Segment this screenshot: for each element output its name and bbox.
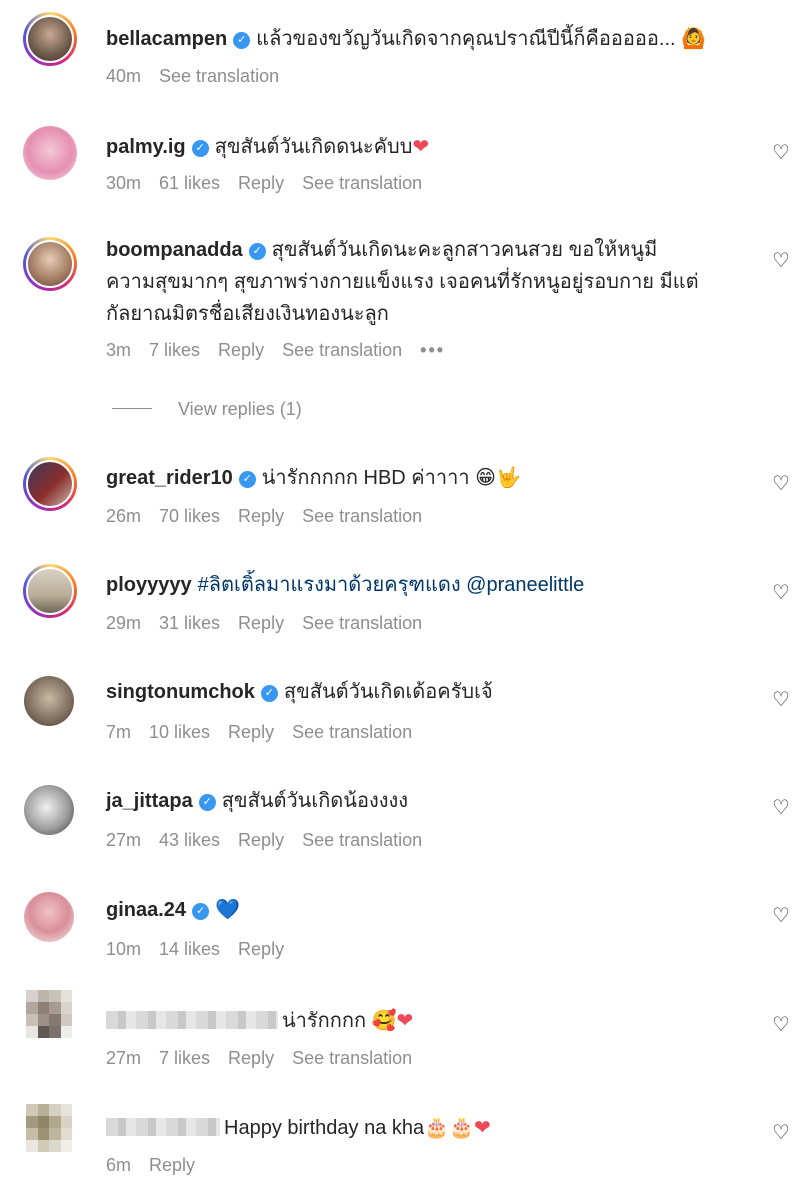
- more-options-button[interactable]: •••: [420, 340, 445, 360]
- heart-outline-icon[interactable]: ♡: [770, 142, 792, 164]
- blurred-username[interactable]: [106, 1118, 220, 1136]
- reply-button[interactable]: Reply: [238, 830, 284, 850]
- see-translation-link[interactable]: See translation: [302, 173, 422, 193]
- heart-outline-icon[interactable]: ♡: [770, 473, 792, 495]
- blurred-username[interactable]: [106, 1011, 278, 1029]
- comment-time: 6m: [106, 1155, 132, 1175]
- avatar[interactable]: [24, 785, 74, 835]
- username[interactable]: boompanadda: [106, 239, 243, 261]
- reply-button[interactable]: Reply: [228, 722, 274, 742]
- comment-time: 27m: [106, 830, 142, 850]
- username[interactable]: ployyyyy: [106, 574, 192, 596]
- comment-text: น่ารักกกกก HBD ค่าาาา: [261, 467, 470, 489]
- comment-text: Happy birthday na kha: [224, 1117, 425, 1139]
- likes-count[interactable]: 14 likes: [159, 939, 220, 959]
- comment-text-line-3: กัลยาณมิตรชื่อเสียงเงินทองนะลูก: [106, 303, 389, 325]
- comment-time: 40m: [106, 66, 142, 86]
- username[interactable]: palmy.ig: [106, 136, 186, 158]
- likes-count[interactable]: 31 likes: [159, 613, 220, 633]
- heart-outline-icon[interactable]: ♡: [770, 689, 792, 711]
- heart-outline-icon[interactable]: ♡: [770, 250, 792, 272]
- heart-outline-icon[interactable]: ♡: [770, 582, 792, 604]
- see-translation-link[interactable]: See translation: [292, 722, 412, 742]
- avatar[interactable]: [24, 676, 74, 726]
- comment-emoji: 🎂🎂❤: [424, 1115, 491, 1139]
- comment-text: แล้วของขวัญวันเกิดจากคุณปราณีปีนี้ก็คืออ…: [256, 28, 676, 50]
- comment-emoji: 🙆: [681, 26, 707, 50]
- heart-outline-icon[interactable]: ♡: [770, 797, 792, 819]
- comment-text: สุขสันต์วันเกิดดนะคับบ: [214, 136, 413, 158]
- reply-button[interactable]: Reply: [218, 340, 264, 360]
- reply-button[interactable]: Reply: [238, 173, 284, 193]
- see-translation-link[interactable]: See translation: [302, 613, 422, 633]
- comment-time: 3m: [106, 340, 132, 360]
- view-replies-label[interactable]: View replies (1): [178, 399, 302, 419]
- avatar[interactable]: [23, 12, 77, 66]
- reply-button[interactable]: Reply: [238, 506, 284, 526]
- likes-count[interactable]: 61 likes: [159, 173, 220, 193]
- see-translation-link[interactable]: See translation: [159, 66, 279, 86]
- comment-text-line-2: ความสุขมากๆ สุขภาพร่างกายแข็งแรง เจอคนที…: [106, 271, 699, 293]
- avatar[interactable]: [23, 237, 77, 291]
- comment-text: สุขสันต์วันเกิดนะคะลูกสาวคนสวย ขอให้หนูม…: [271, 239, 658, 261]
- comment-time: 26m: [106, 506, 142, 526]
- verified-badge-icon: ✓: [260, 685, 278, 702]
- comment-time: 27m: [106, 1048, 142, 1068]
- comment-time: 29m: [106, 613, 142, 633]
- avatar[interactable]: [26, 990, 72, 1038]
- verified-badge-icon: ✓: [191, 140, 209, 157]
- comment-time: 30m: [106, 173, 142, 193]
- likes-count[interactable]: 10 likes: [149, 722, 210, 742]
- comment-emoji: 🥰❤: [371, 1008, 414, 1032]
- comment-text[interactable]: #ลิตเติ้ลมาแรงมาด้วยครุฑแดง @praneelittl…: [198, 574, 585, 596]
- avatar[interactable]: [23, 457, 77, 511]
- avatar[interactable]: [26, 1104, 72, 1152]
- verified-badge-icon: ✓: [192, 903, 210, 920]
- comment-time: 7m: [106, 722, 132, 742]
- username[interactable]: bellacampen: [106, 28, 227, 50]
- username[interactable]: singtonumchok: [106, 681, 255, 703]
- likes-count[interactable]: 7 likes: [149, 340, 200, 360]
- reply-button[interactable]: Reply: [238, 613, 284, 633]
- username[interactable]: ginaa.24: [106, 899, 186, 921]
- replies-divider: [112, 408, 152, 409]
- likes-count[interactable]: 7 likes: [159, 1048, 210, 1068]
- reply-button[interactable]: Reply: [228, 1048, 274, 1068]
- see-translation-link[interactable]: See translation: [292, 1048, 412, 1068]
- username[interactable]: great_rider10: [106, 467, 233, 489]
- avatar[interactable]: [23, 564, 77, 618]
- verified-badge-icon: ✓: [248, 243, 266, 260]
- see-translation-link[interactable]: See translation: [282, 340, 402, 360]
- reply-button[interactable]: Reply: [149, 1155, 195, 1175]
- avatar[interactable]: [23, 126, 77, 180]
- verified-badge-icon: ✓: [238, 471, 256, 488]
- avatar[interactable]: [24, 892, 74, 942]
- username[interactable]: ja_jittapa: [106, 790, 193, 812]
- heart-outline-icon[interactable]: ♡: [770, 1014, 792, 1036]
- likes-count[interactable]: 43 likes: [159, 830, 220, 850]
- verified-badge-icon: ✓: [233, 32, 251, 49]
- comment-text: น่ารักกกก: [282, 1010, 367, 1032]
- comment-text: สุขสันต์วันเกิดเด้อครับเจ้: [283, 681, 493, 703]
- see-translation-link[interactable]: See translation: [302, 830, 422, 850]
- see-translation-link[interactable]: See translation: [302, 506, 422, 526]
- heart-outline-icon[interactable]: ♡: [770, 905, 792, 927]
- verified-badge-icon: ✓: [198, 794, 216, 811]
- comment-emoji: 😁🤟: [475, 465, 521, 489]
- reply-button[interactable]: Reply: [238, 939, 284, 959]
- comment-emoji: ❤: [412, 134, 430, 158]
- view-replies-button[interactable]: View replies (1): [112, 397, 302, 421]
- comment-text: สุขสันต์วันเกิดน้องงงง: [221, 790, 409, 812]
- likes-count[interactable]: 70 likes: [159, 506, 220, 526]
- heart-outline-icon[interactable]: ♡: [770, 1122, 792, 1144]
- comment-time: 10m: [106, 939, 142, 959]
- comment-emoji: 💙: [215, 897, 240, 921]
